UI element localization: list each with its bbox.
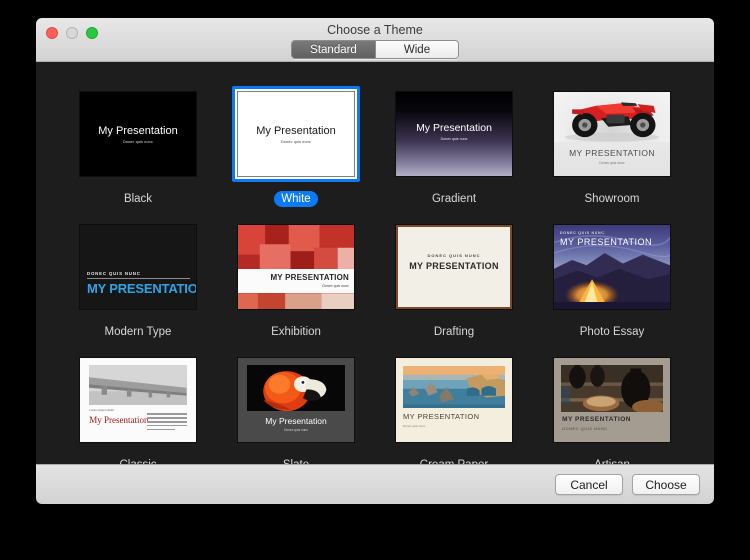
theme-thumbnail-gradient[interactable]: My Presentation Donec quis nunc — [390, 86, 518, 182]
theme-thumbnail-classic[interactable]: Lorem ipsum dolor My Presentation — [74, 352, 202, 448]
abstract-red-artwork — [238, 225, 354, 309]
desktop-background: Choose a Theme Standard Wide My Presenta… — [0, 0, 750, 560]
pottery-photo — [561, 365, 663, 412]
theme-thumbnail-photo-essay[interactable]: DONEC QUIS NUNC MY PRESENTATION — [548, 219, 676, 315]
theme-thumbnail-slate[interactable]: My Presentation Donec quis nunc — [232, 352, 360, 448]
theme-label-slate: Slate — [276, 457, 316, 464]
slide-subtitle: Donec quis nunc — [238, 428, 354, 432]
slide-subtitle: Donec quis nunc — [403, 424, 479, 428]
slide-subtitle: DONEC QUIS NUNC — [409, 253, 499, 258]
theme-cell-cream-paper[interactable]: MY PRESENTATION Donec quis nunc Cream Pa… — [375, 352, 533, 464]
slide-subtitle: Donec quis nunc — [123, 140, 153, 144]
coastal-rocks-photo — [403, 366, 505, 409]
slide-subtitle: DONEC QUIS NUNC — [87, 271, 190, 276]
slide-caption: Lorem ipsum dolor — [89, 408, 114, 412]
motorcycle-photo — [554, 92, 670, 142]
theme-label-black: Black — [117, 191, 159, 207]
aspect-ratio-segmented-control[interactable]: Standard Wide — [291, 40, 459, 59]
slide-title: MY PRESENTATION — [560, 237, 652, 247]
theme-label-exhibition: Exhibition — [264, 324, 328, 340]
theme-grid: My Presentation Donec quis nunc Black My… — [36, 62, 714, 464]
slide-title: MY PRESENTATION — [403, 412, 479, 421]
theme-thumbnail-artisan[interactable]: MY PRESENTATION DONEC QUIS NUNC — [548, 352, 676, 448]
slide-title: My Presentation — [98, 125, 177, 137]
slide-title: MY PRESENTATION — [270, 273, 349, 282]
theme-grid-area: My Presentation Donec quis nunc Black My… — [36, 62, 714, 464]
slide-title: My Presentation — [256, 125, 335, 137]
tab-wide[interactable]: Wide — [375, 41, 458, 58]
slide-title: MY PRESENTATION — [554, 148, 670, 158]
slide-subtitle: Donec quis nunc — [554, 161, 670, 165]
bridge-photo — [89, 365, 186, 405]
theme-thumbnail-black[interactable]: My Presentation Donec quis nunc — [74, 86, 202, 182]
slide-subtitle: Donec quis nunc — [416, 137, 492, 141]
theme-label-showroom: Showroom — [578, 191, 647, 207]
tab-standard[interactable]: Standard — [292, 41, 375, 58]
slide-title: My Presentation — [416, 122, 492, 134]
parrot-photo — [247, 365, 344, 411]
theme-label-artisan: Artisan — [587, 457, 637, 464]
window-titlebar: Choose a Theme Standard Wide — [36, 18, 714, 62]
slide-subtitle: DONEC QUIS NUNC — [562, 426, 631, 431]
choose-button[interactable]: Choose — [632, 474, 700, 495]
theme-cell-white[interactable]: My Presentation Donec quis nunc White — [217, 86, 375, 207]
theme-cell-photo-essay[interactable]: DONEC QUIS NUNC MY PRESENTATION Photo Es… — [533, 219, 691, 340]
theme-label-white: White — [274, 191, 317, 207]
theme-label-classic: Classic — [112, 457, 163, 464]
slide-subtitle: DONEC QUIS NUNC — [560, 231, 652, 235]
theme-thumbnail-cream-paper[interactable]: MY PRESENTATION Donec quis nunc — [390, 352, 518, 448]
theme-thumbnail-showroom[interactable]: MY PRESENTATION Donec quis nunc — [548, 86, 676, 182]
theme-cell-gradient[interactable]: My Presentation Donec quis nunc Gradient — [375, 86, 533, 207]
slide-title: MY PRESENTATION — [409, 261, 499, 271]
slide-title: My Presentation — [238, 416, 354, 426]
slide-subtitle: Donec quis nunc — [281, 140, 311, 144]
theme-cell-black[interactable]: My Presentation Donec quis nunc Black — [59, 86, 217, 207]
theme-thumbnail-modern-type[interactable]: DONEC QUIS NUNC MY PRESENTATION — [74, 219, 202, 315]
theme-cell-exhibition[interactable]: MY PRESENTATION Donec quis nunc Exhibiti… — [217, 219, 375, 340]
slide-body-text — [147, 413, 186, 432]
theme-cell-classic[interactable]: Lorem ipsum dolor My Presentation Classi… — [59, 352, 217, 464]
theme-thumbnail-exhibition[interactable]: MY PRESENTATION Donec quis nunc — [232, 219, 360, 315]
theme-cell-showroom[interactable]: MY PRESENTATION Donec quis nunc Showroom — [533, 86, 691, 207]
slide-title: My Presentation — [89, 415, 148, 425]
page-title: Choose a Theme — [36, 23, 714, 37]
theme-cell-drafting[interactable]: DONEC QUIS NUNC MY PRESENTATION Drafting — [375, 219, 533, 340]
theme-label-modern-type: Modern Type — [98, 324, 179, 340]
theme-thumbnail-white[interactable]: My Presentation Donec quis nunc — [232, 86, 360, 182]
theme-cell-slate[interactable]: My Presentation Donec quis nunc Slate — [217, 352, 375, 464]
slide-subtitle: Donec quis nunc — [322, 284, 349, 288]
theme-cell-modern-type[interactable]: DONEC QUIS NUNC MY PRESENTATION Modern T… — [59, 219, 217, 340]
cancel-button[interactable]: Cancel — [555, 474, 623, 495]
slide-title: MY PRESENTATION — [562, 416, 631, 423]
theme-label-cream-paper: Cream Paper — [413, 457, 495, 464]
dialog-footer: Cancel Choose — [36, 464, 714, 504]
theme-thumbnail-drafting[interactable]: DONEC QUIS NUNC MY PRESENTATION — [390, 219, 518, 315]
theme-label-gradient: Gradient — [425, 191, 483, 207]
slide-title: MY PRESENTATION — [87, 281, 190, 296]
theme-label-photo-essay: Photo Essay — [573, 324, 652, 340]
theme-label-drafting: Drafting — [427, 324, 481, 340]
choose-theme-dialog: Choose a Theme Standard Wide My Presenta… — [36, 18, 714, 504]
divider-rule — [87, 278, 190, 279]
theme-cell-artisan[interactable]: MY PRESENTATION DONEC QUIS NUNC Artisan — [533, 352, 691, 464]
